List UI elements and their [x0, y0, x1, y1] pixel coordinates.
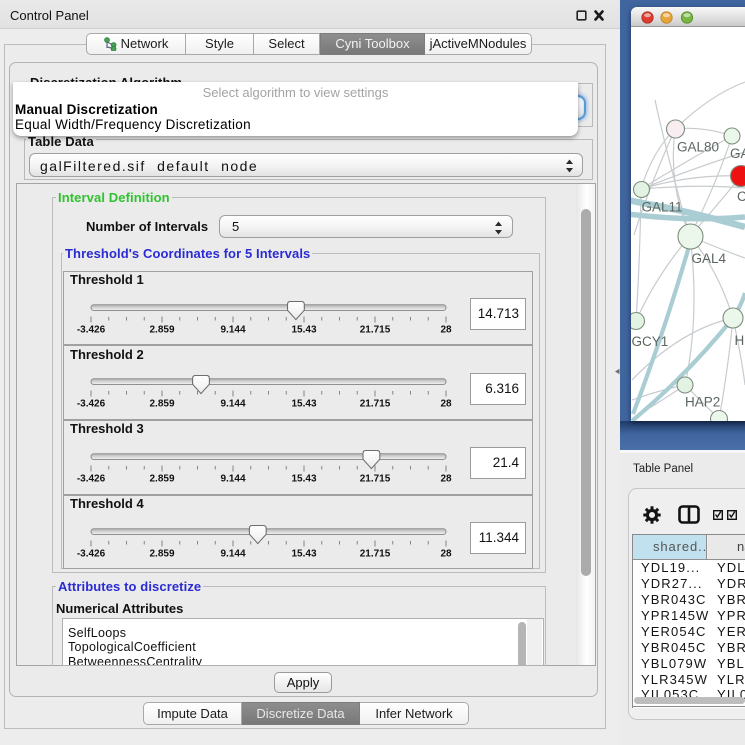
svg-text:21.715: 21.715: [360, 548, 391, 559]
svg-text:GAL11: GAL11: [642, 200, 683, 215]
svg-text:GAL4: GAL4: [692, 251, 727, 266]
svg-text:21.715: 21.715: [360, 324, 391, 335]
svg-text:9.144: 9.144: [220, 473, 245, 484]
svg-text:2.859: 2.859: [149, 548, 174, 559]
svg-text:2.859: 2.859: [149, 324, 174, 335]
svg-text:GA: GA: [730, 146, 745, 161]
svg-text:HAP2: HAP2: [685, 395, 720, 410]
svg-text:28: 28: [440, 399, 452, 410]
svg-text:GCY1: GCY1: [632, 334, 669, 349]
svg-text:21.715: 21.715: [360, 399, 391, 410]
svg-text:-3.426: -3.426: [77, 324, 106, 335]
svg-text:15.43: 15.43: [291, 548, 316, 559]
svg-text:-3.426: -3.426: [77, 473, 106, 484]
svg-text:28: 28: [440, 473, 452, 484]
svg-text:H: H: [735, 333, 745, 348]
svg-text:15.43: 15.43: [291, 324, 316, 335]
svg-text:15.43: 15.43: [291, 473, 316, 484]
svg-text:9.144: 9.144: [220, 399, 245, 410]
svg-text:2.859: 2.859: [149, 399, 174, 410]
svg-text:21.715: 21.715: [360, 473, 391, 484]
svg-text:15.43: 15.43: [291, 399, 316, 410]
svg-text:GAL80: GAL80: [677, 140, 719, 155]
svg-text:28: 28: [440, 548, 452, 559]
svg-text:C: C: [737, 189, 745, 204]
svg-text:9.144: 9.144: [220, 324, 245, 335]
svg-text:28: 28: [440, 324, 452, 335]
svg-text:2.859: 2.859: [149, 473, 174, 484]
svg-text:-3.426: -3.426: [77, 548, 106, 559]
svg-text:-3.426: -3.426: [77, 399, 106, 410]
svg-text:9.144: 9.144: [220, 548, 245, 559]
